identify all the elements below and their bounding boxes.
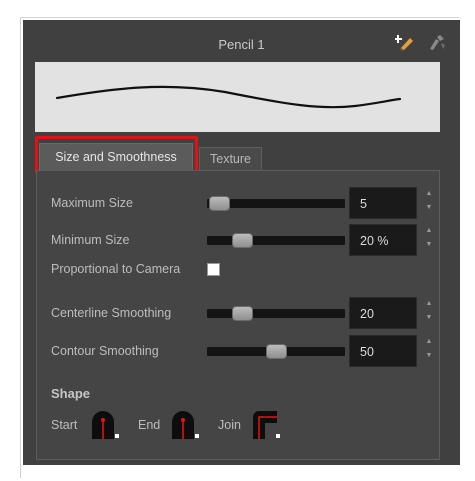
join-label: Join: [218, 418, 241, 432]
centerline-smoothing-slider-track[interactable]: [207, 309, 345, 318]
round-join-icon[interactable]: [251, 409, 281, 439]
maximum-size-slider-thumb[interactable]: [209, 196, 230, 211]
round-start-cap-icon[interactable]: [90, 409, 120, 439]
centerline-smoothing-slider-thumb[interactable]: [232, 306, 253, 321]
stroke-preview: [35, 62, 440, 132]
minimum-size-stepper[interactable]: ▲ ▼: [424, 226, 434, 254]
minimum-size-label: Minimum Size: [51, 233, 130, 247]
proportional-to-camera-checkbox[interactable]: [207, 263, 220, 276]
minimum-size-field[interactable]: 20 %: [349, 224, 417, 256]
round-end-cap-icon[interactable]: [170, 409, 200, 439]
shape-section-title: Shape: [51, 386, 91, 401]
tab-highlight-frame: [35, 136, 198, 173]
maximum-size-field[interactable]: 5: [349, 187, 417, 219]
contour-smoothing-slider-thumb[interactable]: [266, 344, 287, 359]
maximum-size-stepper[interactable]: ▲ ▼: [424, 189, 434, 217]
pencil-plus-icon[interactable]: [395, 33, 417, 51]
minimum-size-slider-thumb[interactable]: [232, 233, 253, 248]
contour-smoothing-field[interactable]: 50: [349, 335, 417, 367]
start-label: Start: [51, 418, 78, 432]
pencil-properties-panel: Pencil 1 Texture Size and Smoothness Max…: [23, 20, 460, 465]
end-label: End: [138, 418, 161, 432]
size-and-smoothness-content: Maximum Size 5 ▲ ▼ Minimum Size 20 % ▲ ▼ P…: [36, 170, 440, 460]
maximum-size-label: Maximum Size: [51, 196, 133, 210]
stroke-preview-line: [55, 85, 402, 109]
contour-smoothing-label: Contour Smoothing: [51, 344, 159, 358]
proportional-to-camera-label: Proportional to Camera: [51, 262, 181, 276]
tab-texture[interactable]: Texture: [199, 147, 262, 170]
minimum-size-slider-track[interactable]: [207, 236, 345, 245]
centerline-smoothing-label: Centerline Smoothing: [51, 306, 172, 320]
contour-smoothing-stepper[interactable]: ▲ ▼: [424, 337, 434, 365]
centerline-smoothing-field[interactable]: 20: [349, 297, 417, 329]
brush-icon[interactable]: [426, 33, 448, 51]
centerline-smoothing-stepper[interactable]: ▲ ▼: [424, 299, 434, 327]
